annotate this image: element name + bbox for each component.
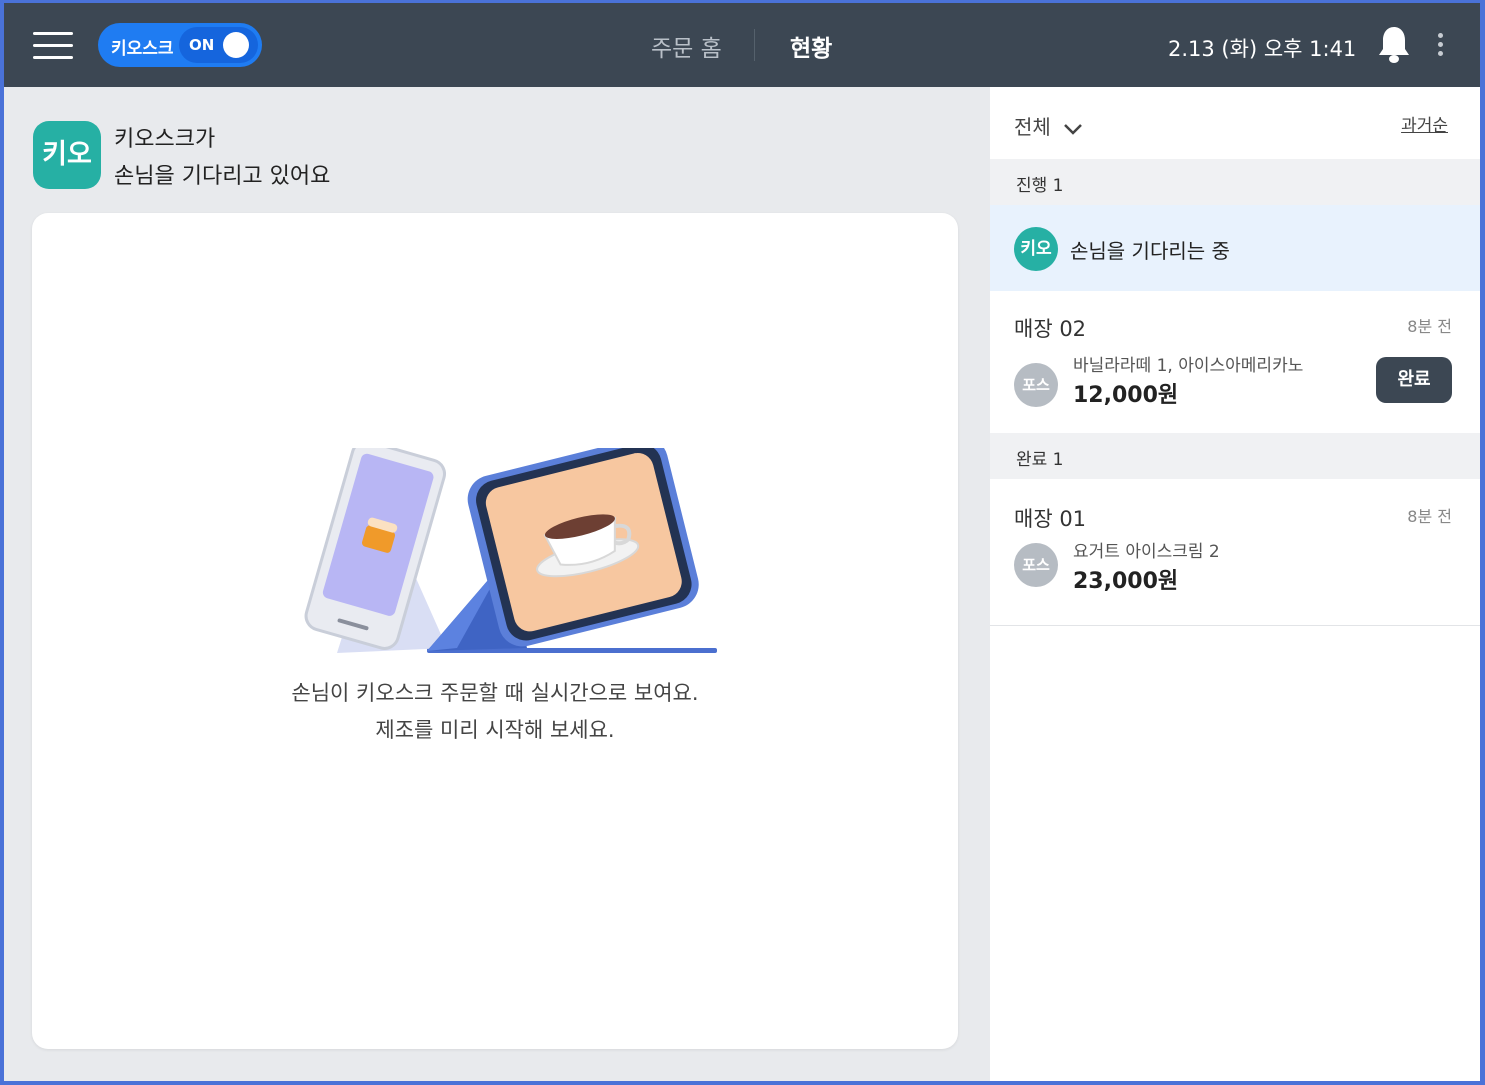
table-name: 매장 01 — [1014, 507, 1087, 531]
divider — [990, 625, 1480, 626]
page-title-line1: 키오스크가 — [114, 127, 216, 152]
switch-knob — [223, 32, 249, 58]
bell-icon[interactable] — [1377, 25, 1411, 65]
order-items: 요거트 아이스크림 2 — [1073, 542, 1220, 562]
kiosk-toggle[interactable]: 키오스크 ON — [98, 23, 262, 67]
order-price: 12,000원 — [1073, 383, 1179, 408]
menu-icon[interactable] — [33, 30, 73, 60]
filter-label: 전체 — [1014, 115, 1051, 139]
hint-line2: 제조를 미리 시작해 보세요. — [375, 718, 615, 742]
tab-order-home[interactable]: 주문 홈 — [651, 29, 722, 63]
section-in-progress: 진행 1 — [990, 159, 1480, 205]
filter-dropdown[interactable]: 전체 — [1014, 111, 1083, 140]
kiosk-waiting-row: 키오 손님을 기다리는 중 — [990, 205, 1480, 291]
app-window: 키오스크 ON 주문 홈 현황 2.13 (화) 오후 1:41 키오 키오스크… — [4, 3, 1480, 1081]
order-items: 바닐라라떼 1, 아이스아메리카노 — [1073, 356, 1304, 376]
current-datetime: 2.13 (화) 오후 1:41 — [1168, 37, 1357, 61]
order-time-ago: 8분 전 — [1407, 317, 1452, 336]
kiosk-illustration — [277, 437, 717, 658]
order-card[interactable]: 매장 01 8분 전 포스 요거트 아이스크림 2 23,000원 — [990, 481, 1480, 623]
section-done: 완료 1 — [990, 433, 1480, 479]
order-list-panel: 전체 과거순 진행 1 키오 손님을 기다리는 중 매장 02 8분 전 포스 … — [990, 87, 1480, 1081]
order-time-ago: 8분 전 — [1407, 507, 1452, 526]
nav-divider — [754, 29, 755, 61]
top-bar: 키오스크 ON 주문 홈 현황 2.13 (화) 오후 1:41 — [4, 3, 1480, 87]
order-card[interactable]: 매장 02 8분 전 포스 바닐라라떼 1, 아이스아메리카노 12,000원 … — [990, 291, 1480, 433]
pos-badge: 포스 — [1014, 363, 1058, 407]
complete-button[interactable]: 완료 — [1376, 357, 1452, 403]
empty-state-message: 손님이 키오스크 주문할 때 실시간으로 보여요. 제조를 미리 시작해 보세요… — [32, 675, 958, 749]
kiosk-switch-state: ON — [189, 36, 215, 54]
table-name: 매장 02 — [1014, 317, 1087, 341]
kiosk-switch[interactable]: ON — [179, 27, 258, 63]
chevron-down-icon — [1064, 123, 1083, 135]
order-price: 23,000원 — [1073, 569, 1179, 594]
kiosk-badge: 키오 — [1014, 227, 1058, 271]
empty-state-card: 손님이 키오스크 주문할 때 실시간으로 보여요. 제조를 미리 시작해 보세요… — [32, 213, 958, 1049]
kiosk-avatar: 키오 — [33, 121, 101, 189]
waiting-status-text: 손님을 기다리는 중 — [1070, 239, 1230, 263]
sort-button[interactable]: 과거순 — [1401, 111, 1448, 136]
hint-line1: 손님이 키오스크 주문할 때 실시간으로 보여요. — [291, 681, 699, 705]
page-title-line2: 손님을 기다리고 있어요 — [114, 164, 331, 189]
tab-status[interactable]: 현황 — [790, 29, 832, 63]
pos-badge: 포스 — [1014, 543, 1058, 587]
more-vertical-icon[interactable] — [1434, 31, 1446, 61]
kiosk-toggle-label: 키오스크 — [111, 39, 174, 59]
page-title: 키오스크가 손님을 기다리고 있어요 — [114, 121, 330, 195]
